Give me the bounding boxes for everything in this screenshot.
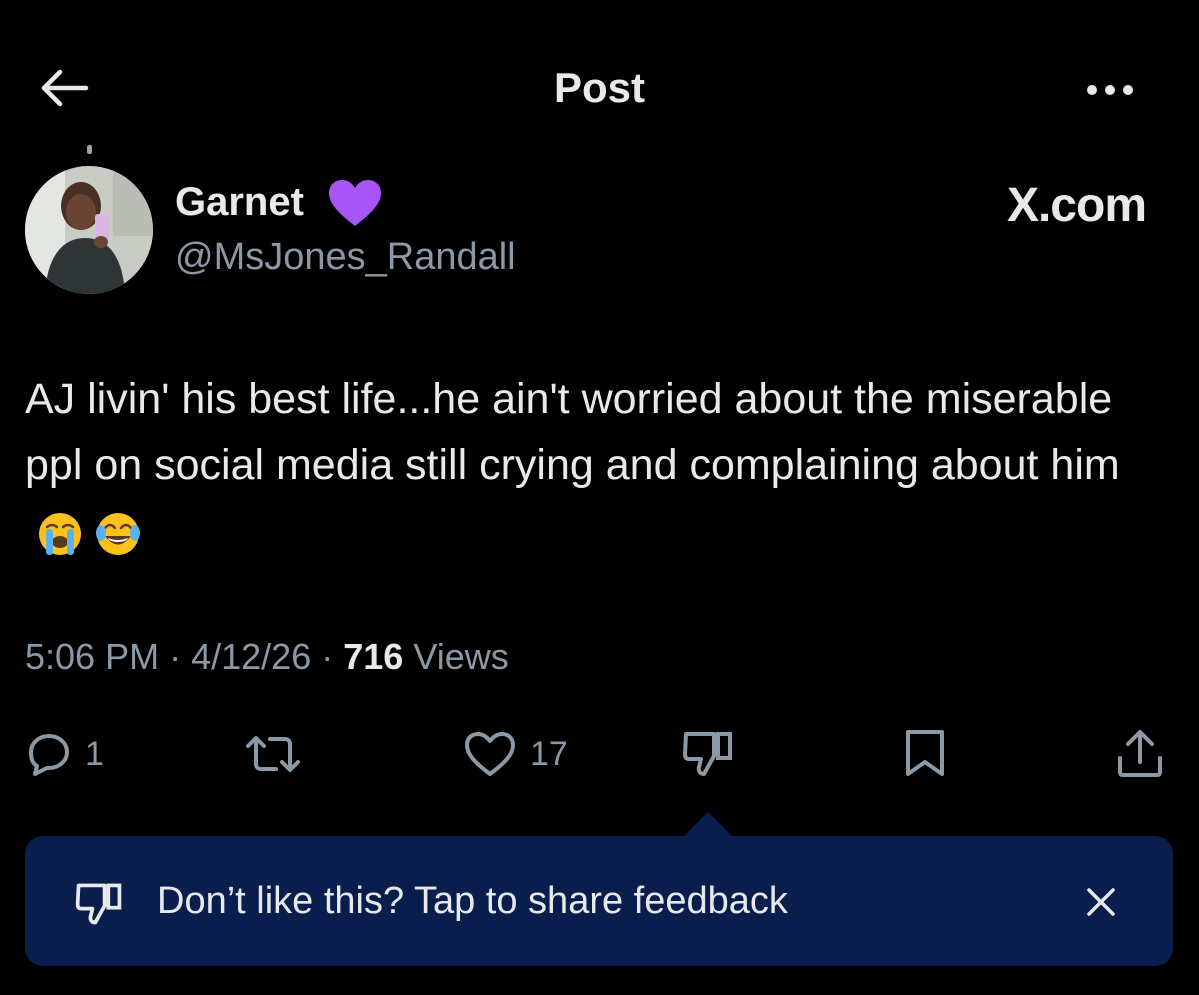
feedback-text: Don’t like this? Tap to share feedback bbox=[157, 880, 788, 922]
user-name[interactable]: Garnet bbox=[175, 180, 304, 225]
purple-heart-icon bbox=[329, 180, 381, 226]
views-label: Views bbox=[413, 636, 509, 677]
user-handle[interactable]: @MsJones_Randall bbox=[175, 236, 516, 279]
like-button[interactable]: 17 bbox=[462, 728, 568, 780]
thumbs-down-icon bbox=[75, 883, 122, 925]
share-button[interactable] bbox=[1114, 728, 1166, 780]
reply-count: 1 bbox=[85, 734, 104, 773]
heart-icon bbox=[465, 732, 515, 776]
dislike-button[interactable] bbox=[680, 728, 736, 780]
page-title: Post bbox=[553, 64, 645, 111]
meta-separator: · bbox=[321, 636, 334, 677]
header: Post bbox=[0, 0, 1199, 170]
share-icon bbox=[1118, 730, 1162, 777]
face-with-tears-of-joy-icon bbox=[96, 512, 140, 555]
avatar-photo bbox=[25, 166, 153, 294]
avatar[interactable] bbox=[25, 166, 153, 294]
loudly-crying-face-icon bbox=[39, 512, 81, 555]
thumbs-down-icon bbox=[683, 732, 732, 776]
repost-icon bbox=[246, 736, 300, 772]
bookmark-button[interactable] bbox=[900, 728, 950, 780]
more-horizontal-icon bbox=[1087, 85, 1133, 95]
like-count: 17 bbox=[530, 734, 568, 773]
brand-watermark: X.com bbox=[1006, 179, 1147, 232]
post-time: 5:06 PM bbox=[25, 636, 160, 677]
bookmark-icon bbox=[906, 730, 944, 776]
meta-separator: · bbox=[169, 636, 182, 677]
views-count: 716 bbox=[343, 636, 404, 677]
post-text: AJ livin' his best life...he ain't worri… bbox=[25, 375, 1120, 489]
post-date: 4/12/26 bbox=[191, 636, 312, 677]
close-icon bbox=[1087, 888, 1115, 916]
post-screen: Post Garnet @MsJones_Randall X.com AJ li… bbox=[0, 0, 1199, 995]
post-meta: 5:06 PM · 4/12/26 · 716 Views bbox=[25, 636, 509, 678]
repost-button[interactable] bbox=[242, 728, 316, 780]
reply-icon bbox=[29, 734, 69, 776]
thread-indicator bbox=[87, 145, 92, 154]
feedback-banner[interactable]: Don’t like this? Tap to share feedback bbox=[25, 836, 1173, 966]
post-body: AJ livin' his best life...he ain't worri… bbox=[25, 366, 1125, 564]
banner-pointer bbox=[684, 812, 732, 836]
close-button[interactable] bbox=[1079, 880, 1123, 924]
reply-button[interactable]: 1 bbox=[25, 728, 104, 780]
more-button[interactable] bbox=[1080, 70, 1144, 110]
